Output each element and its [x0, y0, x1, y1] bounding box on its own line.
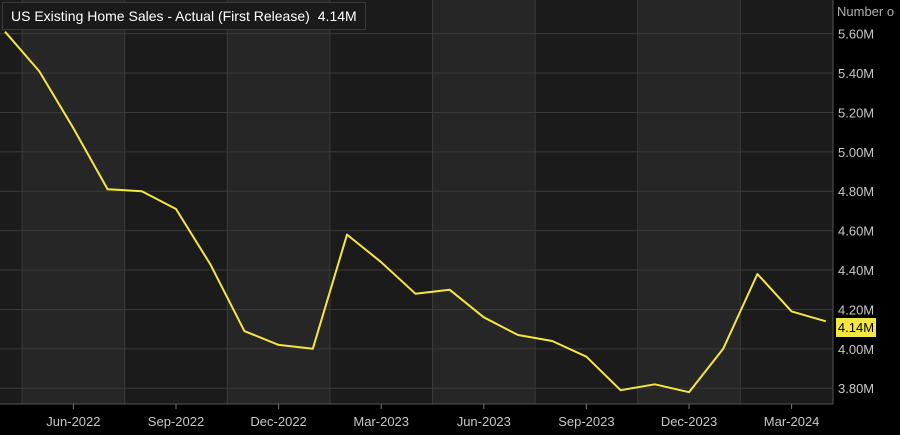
line-chart: Jun-2022 Sep-2022 Dec-2022 Mar-2023 Jun-2023… — [0, 0, 874, 429]
background-band — [0, 0, 23, 404]
series-legend[interactable]: US Existing Home Sales - Actual (First R… — [2, 2, 366, 30]
y-axis-unit-label: Number o — [837, 4, 895, 19]
y-tick-label: 4.80M — [838, 184, 874, 199]
y-tick-label: 4.40M — [838, 263, 874, 278]
y-tick-label: 4.00M — [838, 342, 874, 357]
y-tick-label: 5.20M — [838, 105, 874, 120]
x-tick-label: Mar-2024 — [764, 414, 820, 429]
x-tick-label: Dec-2023 — [661, 414, 717, 429]
y-tick-label: 3.80M — [838, 381, 874, 396]
legend-series-name: US Existing Home Sales - Actual (First R… — [11, 8, 310, 24]
x-tick-label: Dec-2022 — [250, 414, 306, 429]
x-tick-label: Mar-2023 — [353, 414, 409, 429]
x-axis-ticks: Jun-2022 Sep-2022 Dec-2022 Mar-2023 Jun-2023… — [46, 404, 819, 429]
x-tick-label: Sep-2023 — [558, 414, 614, 429]
y-tick-label: 5.00M — [838, 145, 874, 160]
x-tick-label: Jun-2022 — [46, 414, 100, 429]
y-tick-label: 5.40M — [838, 66, 874, 81]
y-tick-label: 4.20M — [838, 302, 874, 317]
background-band — [124, 0, 228, 404]
y-tick-label: 4.60M — [838, 224, 874, 239]
x-tick-label: Jun-2023 — [457, 414, 511, 429]
y-axis-ticks: 3.80M 4.00M 4.20M 4.40M 4.60M 4.80M 5.00M 5.20M… — [838, 27, 874, 397]
y-tick-label: 5.60M — [838, 27, 874, 42]
last-value-badge: 4.14M — [836, 318, 876, 337]
background-band — [535, 0, 638, 404]
legend-current-value: 4.14M — [317, 8, 357, 24]
background-band — [432, 0, 536, 404]
background-band — [329, 0, 433, 404]
background-band — [22, 0, 125, 404]
background-band — [740, 0, 833, 404]
x-tick-label: Sep-2022 — [148, 414, 204, 429]
